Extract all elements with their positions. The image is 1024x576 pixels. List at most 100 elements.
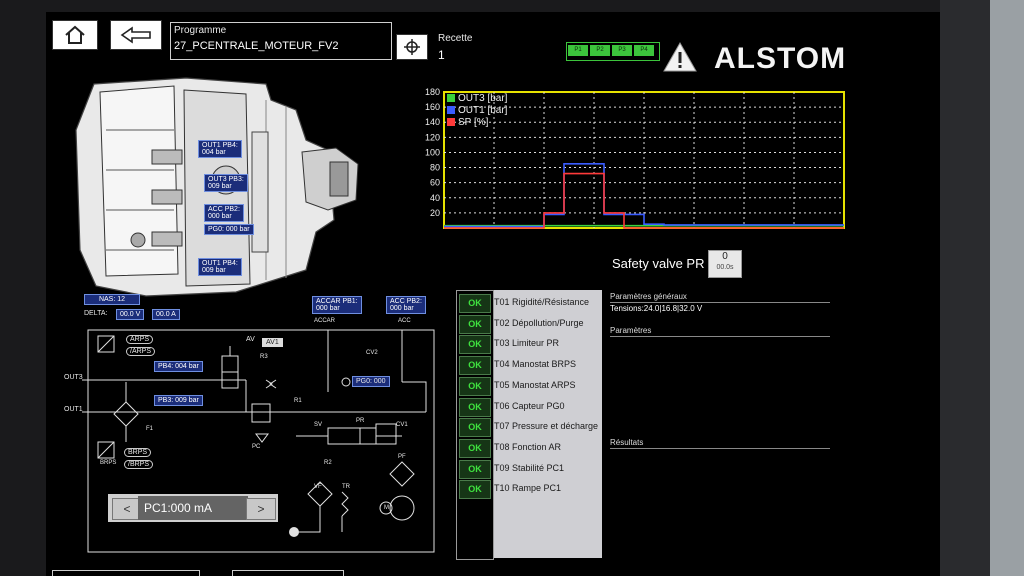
out1-pb4-label: OUT1 PB4: 004 bar [198,140,242,158]
results-title: Résultats [610,438,644,447]
chart-legend-swatch [447,94,455,102]
hydraulic-schematic [82,329,435,553]
test-status-5: OK [459,376,491,396]
chart-ytick-label: 140 [425,117,440,127]
test-status-3: OK [459,335,491,355]
chart-legend-label: SP [%] [458,117,489,128]
chart-ytick-label: 40 [430,193,440,203]
test-item-1[interactable]: T01 Rigidité/Résistance [494,297,589,307]
out3-pb3-label: OUT3 PB3: 009 bar [204,174,248,192]
safety-valve-value: 0 [722,251,728,262]
monitor-bezel [940,0,990,576]
schematic-vf: VF [314,484,322,490]
schematic-brps-label: BRPS [100,460,117,466]
acc-pb2b-label: ACC PB2: 000 bar [386,296,426,314]
test-item-5[interactable]: T05 Manostat ARPS [494,380,576,390]
chart-ytick-label: 180 [425,87,440,97]
home-button[interactable] [52,20,98,50]
params-divider [610,336,830,337]
test-status-10: OK [459,480,491,500]
test-status-7: OK [459,418,491,438]
recette-label: Recette [438,33,473,44]
test-status-8: OK [459,438,491,458]
chart-ytick-label: 100 [425,147,440,157]
schematic-av1: AV1 [262,338,283,347]
schematic-brps-btn: BRPS [124,448,152,457]
schematic-pc: PC [252,444,261,450]
params-title: Paramètres [610,326,652,335]
target-button[interactable] [396,34,428,60]
background-wall [990,0,1024,576]
test-status-4: OK [459,356,491,376]
test-item-4[interactable]: T04 Manostat BRPS [494,359,576,369]
test-item-9[interactable]: T09 Stabilité PC1 [494,463,564,473]
test-status-2: OK [459,314,491,334]
delta-voltage: 00.0 V [116,309,145,320]
chart-ytick-label: 60 [430,178,440,188]
test-item-8[interactable]: T08 Fonction AR [494,442,561,452]
schematic-r1: R1 [294,398,302,404]
nas-label: NAS: 12 [84,294,140,305]
test-status-1: OK [459,294,491,313]
test-item-2[interactable]: T02 Dépollution/Purge [494,318,584,328]
pressure-chart: 20 40 60 80 100 120 140 160 180 OUT3 [bar]OUT1 [b… [425,87,845,229]
delta-current: 00.0 A [152,309,180,320]
schematic-pr: PR [356,418,365,424]
hmi-screen: Programme 27_PCENTRALE_MOTEUR_FV2 Recett… [46,12,940,576]
phase-p3: P3 [612,45,632,56]
schematic-pb4: PB4: 004 bar [154,361,203,372]
programme-value: 27_PCENTRALE_MOTEUR_FV2 [174,40,339,52]
schematic-pb3: PB3: 009 bar [154,395,203,406]
acc-pb2-label: ACC PB2: 000 bar [204,204,244,222]
chart-legend-swatch [447,106,455,114]
pc-increment-button[interactable]: > [246,498,276,520]
schematic-out1: OUT1 [64,406,83,413]
recette-value: 1 [438,48,445,62]
phase-p2: P2 [590,45,610,56]
programme-label: Programme [174,25,227,36]
crosshair-icon [404,39,420,55]
chart-ytick-label: 160 [425,102,440,112]
params-general-title: Paramètres généraux [610,292,687,301]
test-item-10[interactable]: T10 Rampe PC1 [494,483,561,493]
schematic-f1: F1 [146,426,154,432]
test-item-7[interactable]: T07 Pressure et décharge [494,421,598,431]
home-icon [65,25,85,44]
schematic-tr: TR [342,484,350,490]
chart-legend-swatch [447,118,455,126]
accar-pb1-label: ACCAR PB1: 000 bar [312,296,362,314]
schematic-pf: PF [398,454,406,460]
test-item-6[interactable]: T06 Capteur PG0 [494,401,565,411]
schematic-m: M [384,505,389,511]
schematic-out3: OUT3 [64,374,83,381]
schematic-dbrps: /BRPS [124,460,154,469]
test-status-6: OK [459,397,491,417]
chart-legend-label: OUT1 [bar] [458,105,508,116]
bottom-button-mid[interactable] [232,570,344,576]
phase-p4: P4 [634,45,654,56]
back-button[interactable] [110,20,162,50]
safety-valve-display: 0 00.0s [708,250,742,278]
tensions-value: Tensions:24.0|16.8|32.0 V [610,304,703,313]
out1-pb4-bottom-label: OUT1 PB4: 009 bar [198,258,242,276]
schematic-r2: R2 [324,460,332,466]
schematic-sv: SV [314,422,323,428]
schematic-arps: ARPS [126,335,154,344]
schematic-pg0: PG0: 000 [352,376,390,387]
results-divider [610,448,830,449]
schematic-darps: /ARPS [126,347,156,356]
chart-legend-label: OUT3 [bar] [458,93,508,104]
phase-p1: P1 [568,45,588,56]
schematic-cv1: CV1 [396,422,408,428]
chart-ytick-label: 80 [430,163,440,173]
schematic-r3: R3 [260,354,268,360]
delta-label: DELTA: [84,310,108,317]
pc-value: PC1:000 mA [138,496,248,520]
arrow-left-icon [120,26,151,44]
chart-ytick-label: 120 [425,132,440,142]
chart-ytick-label: 20 [430,208,440,218]
bottom-button-left[interactable] [52,570,200,576]
warning-icon[interactable] [662,40,698,74]
test-item-3[interactable]: T03 Limiteur PR [494,338,559,348]
pg0-label: PG0: 000 bar [204,224,254,235]
